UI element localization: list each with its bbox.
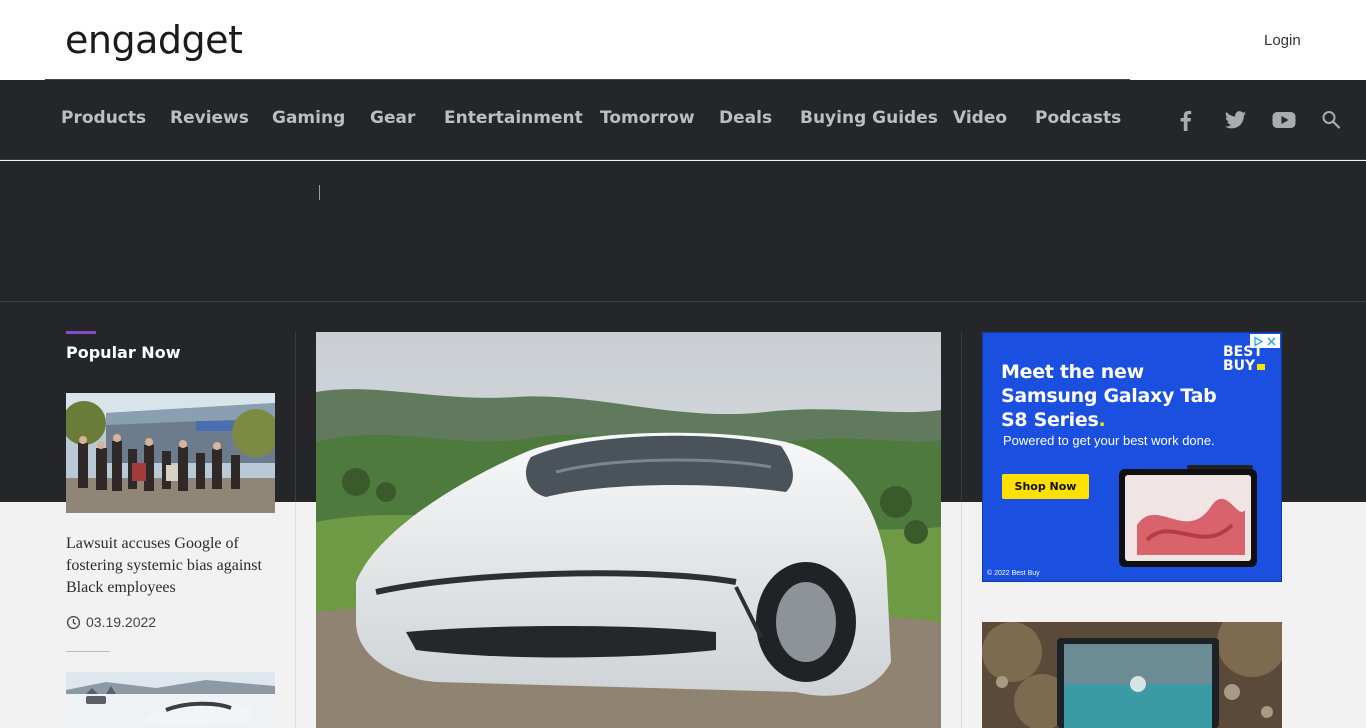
nav-item-podcasts[interactable]: Podcasts	[1035, 108, 1121, 128]
main-nav: Products Reviews Gaming Gear Entertainme…	[0, 80, 1366, 160]
best-buy-logo: BEST BUY	[1223, 345, 1266, 374]
banner-divider	[319, 185, 320, 200]
popular-now-heading: Popular Now	[66, 343, 181, 362]
ad-copyright: © 2022 Best Buy	[987, 570, 1040, 577]
nav-item-gear[interactable]: Gear	[370, 108, 415, 128]
nav-item-gaming[interactable]: Gaming	[272, 108, 345, 128]
clock-icon	[66, 615, 81, 629]
samsung-galaxy-ad[interactable]: Meet the new Samsung Galaxy Tab S8 Serie…	[982, 332, 1282, 582]
story-thumbnail-google-protest[interactable]	[66, 393, 275, 513]
hero-image-lucid-air[interactable]	[316, 332, 941, 728]
brand-line: BUY	[1223, 358, 1256, 374]
youtube-icon[interactable]	[1270, 107, 1298, 133]
section-divider	[0, 301, 1366, 302]
nav-item-video[interactable]: Video	[953, 108, 1007, 128]
column-divider	[295, 502, 296, 728]
twitter-icon[interactable]	[1221, 107, 1249, 133]
ad-headline: Meet the new Samsung Galaxy Tab S8 Serie…	[1001, 360, 1221, 432]
ad-choices-icon[interactable]	[1250, 334, 1280, 348]
facebook-icon[interactable]	[1172, 107, 1200, 133]
nav-item-entertainment[interactable]: Entertainment	[444, 108, 583, 128]
nav-item-deals[interactable]: Deals	[719, 108, 772, 128]
story-date-text: 03.19.2022	[86, 614, 157, 630]
ad-subtext: Powered to get your best work done.	[1003, 433, 1215, 448]
tablet-image	[1119, 465, 1257, 567]
ad-headline-dot: .	[1098, 409, 1106, 431]
login-link[interactable]: Login	[1264, 32, 1301, 49]
brand-tag-shape	[1257, 364, 1266, 370]
search-icon[interactable]	[1318, 107, 1346, 133]
nav-item-reviews[interactable]: Reviews	[170, 108, 249, 128]
engadget-logo[interactable]: engadget	[65, 18, 243, 62]
story-thumbnail-snow-car[interactable]	[66, 672, 275, 728]
story-date: 03.19.2022	[66, 614, 156, 630]
section-accent-bar	[66, 331, 96, 334]
ad-headline-text: Meet the new Samsung Galaxy Tab S8 Serie…	[1001, 361, 1217, 431]
laptop-ad[interactable]	[982, 622, 1282, 728]
site-header: engadget Login	[0, 0, 1366, 80]
story-divider	[66, 651, 110, 652]
story-title-link[interactable]: Lawsuit accuses Google of fostering syst…	[66, 533, 281, 599]
nav-item-tomorrow[interactable]: Tomorrow	[600, 108, 695, 128]
column-divider	[961, 502, 962, 728]
shop-now-button[interactable]: Shop Now	[1002, 474, 1089, 499]
nav-item-products[interactable]: Products	[61, 108, 146, 128]
nav-item-buying-guides[interactable]: Buying Guides	[800, 108, 938, 128]
